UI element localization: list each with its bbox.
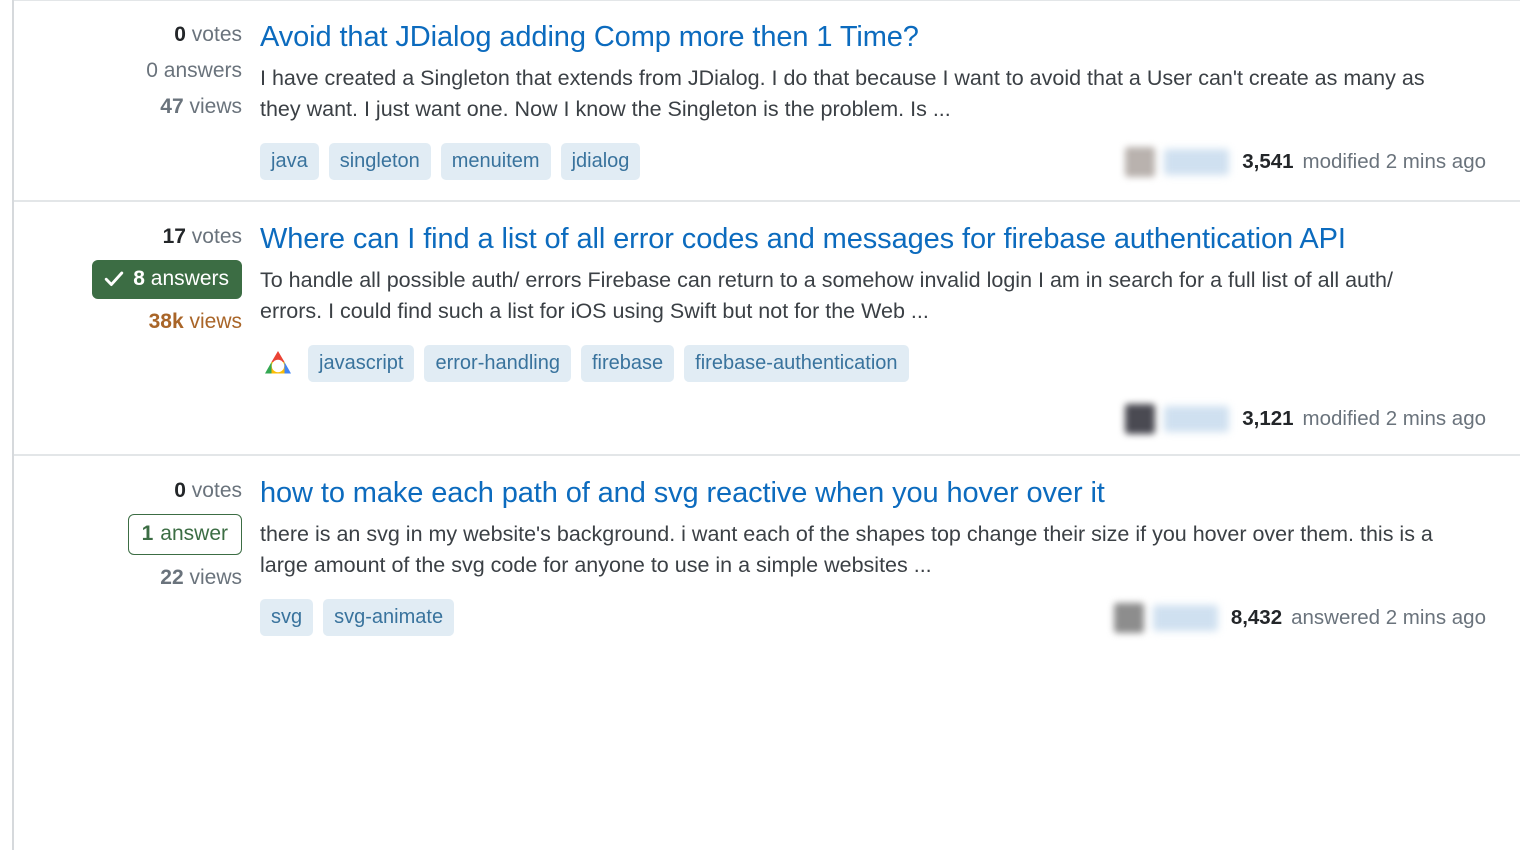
activity-timestamp: modified 2 mins ago (1302, 149, 1486, 173)
tag-singleton[interactable]: singleton (328, 143, 431, 180)
views-count: 47 (160, 95, 184, 118)
answers-count: 8 (133, 267, 145, 290)
check-icon (105, 271, 124, 286)
tag-list: javascript error-handling firebase firebase… (260, 345, 909, 382)
votes-stat: 17 votes (162, 225, 242, 248)
votes-count: 17 (162, 225, 186, 248)
question-summary: Where can I find a list of all error cod… (260, 223, 1520, 434)
tag-java[interactable]: java (260, 143, 319, 180)
votes-stat: 0 votes (174, 23, 242, 46)
activity-timestamp: modified 2 mins ago (1302, 407, 1486, 430)
user-name[interactable] (1164, 406, 1230, 432)
question-stats: 17 votes 8 answers 38k views (14, 224, 260, 335)
question-summary: Avoid that JDialog adding Comp more then… (260, 21, 1520, 180)
tag-list: svg svg-animate (260, 599, 455, 636)
question-title-link[interactable]: Where can I find a list of all error cod… (260, 218, 1486, 261)
question-excerpt: I have created a Singleton that extends … (260, 66, 1425, 121)
question-title-link[interactable]: Avoid that JDialog adding Comp more then… (260, 16, 1486, 59)
tag-jdialog[interactable]: jdialog (560, 143, 641, 180)
user-card: 8,432 answered 2 mins ago (1113, 602, 1486, 633)
question-title-link[interactable]: how to make each path of and svg reactiv… (260, 472, 1486, 515)
tag-firebase-authentication[interactable]: firebase-authentication (684, 345, 909, 382)
question-rows: 0 votes 0 answers 47 views Avoid that JDial… (0, 0, 1520, 656)
user-card: 3,541 modified 2 mins ago (1125, 146, 1486, 177)
answers-badge-text: 8 answers (133, 267, 229, 290)
tag-list: java singleton menuitem jdialog (260, 143, 641, 180)
tag-svg-animate[interactable]: svg-animate (323, 599, 455, 636)
activity-timestamp: answered 2 mins ago (1291, 605, 1486, 629)
google-cloud-icon (265, 350, 291, 373)
views-count: 38k (148, 310, 184, 333)
votes-stat: 0 votes (174, 479, 242, 502)
answers-count: 1 (141, 522, 154, 545)
views-stat: 22 views (160, 566, 242, 589)
question-excerpt: there is an svg in my website's backgrou… (260, 522, 1433, 577)
avatar[interactable] (1113, 602, 1144, 633)
tag-menuitem[interactable]: menuitem (440, 143, 551, 180)
answered-badge[interactable]: 1 answer (127, 514, 242, 555)
avatar[interactable] (1125, 404, 1156, 434)
user-reputation: 3,121 (1242, 407, 1294, 430)
question-row: 17 votes 8 answers 38k views Where can I fi… (14, 202, 1520, 456)
question-stats: 0 votes 0 answers 47 views (14, 22, 260, 120)
votes-count: 0 (174, 479, 186, 502)
votes-count: 0 (174, 23, 186, 46)
question-row: 0 votes 0 answers 47 views Avoid that JDial… (14, 0, 1520, 202)
views-stat: 38k views (148, 310, 242, 333)
views-count: 22 (160, 566, 184, 589)
accepted-answers-badge[interactable]: 8 answers (92, 260, 242, 299)
tags-row: javascript error-handling firebase firebase… (260, 345, 1486, 382)
tag-svg[interactable]: svg (260, 599, 314, 636)
user-card: 3,121 modified 2 mins ago (260, 404, 1486, 434)
views-stat: 47 views (160, 95, 242, 118)
question-summary: how to make each path of and svg reactiv… (260, 477, 1520, 636)
answers-count: 0 (146, 59, 158, 82)
tag-error-handling[interactable]: error-handling (424, 345, 571, 382)
avatar[interactable] (1125, 146, 1156, 177)
tag-javascript[interactable]: javascript (308, 345, 415, 382)
question-excerpt: To handle all possible auth/ errors Fire… (260, 268, 1393, 323)
tags-and-user-row: svg svg-animate 8,432 answered 2 mins ago (260, 599, 1486, 636)
user-name[interactable] (1152, 604, 1218, 631)
tags-and-user-row: java singleton menuitem jdialog 3,541 modif… (260, 143, 1486, 180)
question-list: 0 votes 0 answers 47 views Avoid that JDial… (0, 0, 1520, 850)
question-stats: 0 votes 1 answer 22 views (14, 478, 260, 591)
tag-firebase[interactable]: firebase (581, 345, 675, 382)
user-name[interactable] (1164, 148, 1230, 175)
question-row: 0 votes 1 answer 22 views how to make each p… (14, 456, 1520, 656)
answers-stat: 0 answers (146, 59, 242, 82)
user-reputation: 8,432 (1230, 605, 1283, 629)
user-reputation: 3,541 (1242, 149, 1294, 173)
